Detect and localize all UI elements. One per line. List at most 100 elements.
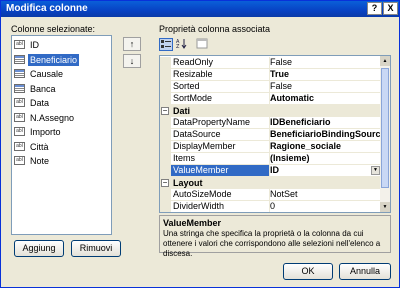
- chevron-down-icon[interactable]: ▼: [371, 166, 380, 175]
- category-label: Dati: [173, 106, 191, 116]
- property-value[interactable]: Automatic: [268, 93, 382, 105]
- column-item-label: Importo: [30, 127, 61, 137]
- column-item-label: Banca: [30, 83, 56, 94]
- property-value[interactable]: False: [268, 57, 382, 69]
- property-row[interactable]: ReadOnly False: [160, 57, 382, 69]
- description-title: ValueMember: [163, 218, 222, 228]
- title-bar: Modifica colonne ? X: [1, 1, 399, 17]
- column-item-label: Note: [30, 156, 50, 166]
- category-row[interactable]: − Dati: [160, 105, 381, 117]
- column-item[interactable]: Beneficiario: [14, 53, 110, 66]
- column-item[interactable]: abl Note: [14, 155, 110, 167]
- svg-text:Z: Z: [176, 44, 180, 49]
- property-value[interactable]: True: [268, 69, 382, 81]
- modifica-colonne-dialog: Modifica colonne ? X Colonne selezionate…: [0, 0, 400, 288]
- property-name: Sorted: [171, 81, 270, 93]
- textbox-column-icon: abl: [14, 112, 25, 122]
- column-item-label: Data: [30, 98, 50, 108]
- column-item[interactable]: abl Importo: [14, 126, 110, 138]
- row-gutter: [160, 201, 171, 212]
- row-gutter: [160, 69, 171, 81]
- property-toolbar: AZ: [159, 38, 389, 52]
- column-item[interactable]: Banca: [14, 83, 110, 95]
- column-item-label: N.Assegno: [30, 112, 75, 123]
- column-item[interactable]: Causale: [14, 68, 110, 80]
- property-pages-icon[interactable]: [195, 38, 209, 51]
- property-row[interactable]: AutoSizeMode NotSet: [160, 189, 382, 201]
- scroll-up-icon[interactable]: ▲: [380, 56, 390, 66]
- category-row[interactable]: − Layout: [160, 177, 381, 189]
- property-grid[interactable]: ReadOnly False Resizable True Sorted False Sor…: [159, 55, 391, 213]
- alphabetical-icon[interactable]: AZ: [175, 38, 189, 51]
- column-item-label: ID: [30, 40, 39, 50]
- categorized-icon[interactable]: [159, 38, 173, 51]
- property-row[interactable]: DataSource BeneficiarioBindingSource: [160, 129, 382, 141]
- row-gutter: [160, 117, 171, 129]
- column-item[interactable]: abl Data: [14, 97, 110, 109]
- property-value[interactable]: Ragione_sociale: [268, 141, 382, 153]
- description-panel: ValueMember Una stringa che specifica la…: [159, 215, 391, 258]
- textbox-column-icon: abl: [14, 98, 25, 107]
- associated-properties-label: Proprietà colonna associata: [159, 24, 271, 34]
- window-title: Modifica colonne: [6, 3, 88, 14]
- property-grid-scrollbar[interactable]: ▲ ▼: [380, 56, 390, 212]
- property-value[interactable]: ID: [268, 165, 382, 177]
- row-gutter: [160, 153, 171, 165]
- collapse-icon[interactable]: −: [161, 179, 169, 187]
- property-name: Items: [171, 153, 270, 165]
- selected-columns-label: Colonne selezionate:: [11, 24, 96, 34]
- remove-button[interactable]: Rimuovi: [71, 240, 121, 257]
- help-button[interactable]: ?: [367, 2, 382, 15]
- column-item[interactable]: abl N.Assegno: [14, 112, 110, 124]
- row-gutter: [160, 81, 171, 93]
- property-row[interactable]: Sorted False: [160, 81, 382, 93]
- property-row[interactable]: ValueMember ID ▼: [160, 165, 382, 177]
- category-label: Layout: [173, 178, 203, 188]
- property-value[interactable]: (Insieme): [268, 153, 382, 165]
- textbox-column-icon: abl: [14, 40, 25, 49]
- columns-listbox[interactable]: abl ID Beneficiario Causale Banca abl Data abl N…: [11, 35, 112, 235]
- property-value[interactable]: IDBeneficiario: [268, 117, 382, 129]
- combobox-column-icon: [14, 69, 25, 78]
- property-name: DataSource: [171, 129, 270, 141]
- close-button[interactable]: X: [383, 2, 398, 15]
- column-item[interactable]: abl Città: [14, 141, 110, 153]
- textbox-column-icon: abl: [14, 141, 25, 151]
- description-text: Una stringa che specifica la proprietà o…: [163, 229, 381, 258]
- collapse-icon[interactable]: −: [161, 107, 169, 115]
- property-row[interactable]: DataPropertyName IDBeneficiario: [160, 117, 382, 129]
- ok-button[interactable]: OK: [283, 263, 333, 280]
- scroll-down-icon[interactable]: ▼: [380, 202, 390, 212]
- column-item-label: Città: [30, 141, 49, 152]
- property-row[interactable]: Items (Insieme): [160, 153, 382, 165]
- move-up-button[interactable]: ↑: [123, 37, 141, 51]
- row-gutter: [160, 165, 171, 177]
- property-value[interactable]: BeneficiarioBindingSource: [268, 129, 382, 141]
- combobox-column-icon: [14, 83, 25, 93]
- textbox-column-icon: abl: [14, 127, 25, 136]
- property-name: DataPropertyName: [171, 117, 270, 129]
- property-value[interactable]: 0: [268, 201, 382, 212]
- scroll-thumb[interactable]: [381, 68, 389, 188]
- property-name: Resizable: [171, 69, 270, 81]
- move-down-button[interactable]: ↓: [123, 54, 141, 68]
- cancel-button[interactable]: Annulla: [339, 263, 391, 280]
- property-value[interactable]: False: [268, 81, 382, 93]
- property-name: ValueMember: [171, 165, 270, 177]
- row-gutter: [160, 57, 171, 69]
- column-item-label: Beneficiario: [28, 53, 80, 66]
- row-gutter: [160, 93, 171, 105]
- add-button[interactable]: Aggiung: [14, 240, 64, 257]
- column-item-label: Causale: [30, 69, 64, 79]
- property-row[interactable]: DisplayMember Ragione_sociale: [160, 141, 382, 153]
- property-value[interactable]: NotSet: [268, 189, 382, 201]
- property-name: DividerWidth: [171, 201, 270, 212]
- property-row[interactable]: SortMode Automatic: [160, 93, 382, 105]
- property-row[interactable]: Resizable True: [160, 69, 382, 81]
- property-row[interactable]: DividerWidth 0: [160, 201, 382, 212]
- textbox-column-icon: abl: [14, 156, 25, 165]
- combobox-column-icon: [14, 54, 25, 64]
- property-name: SortMode: [171, 93, 270, 105]
- column-item[interactable]: abl ID: [14, 39, 110, 51]
- row-gutter: [160, 129, 171, 141]
